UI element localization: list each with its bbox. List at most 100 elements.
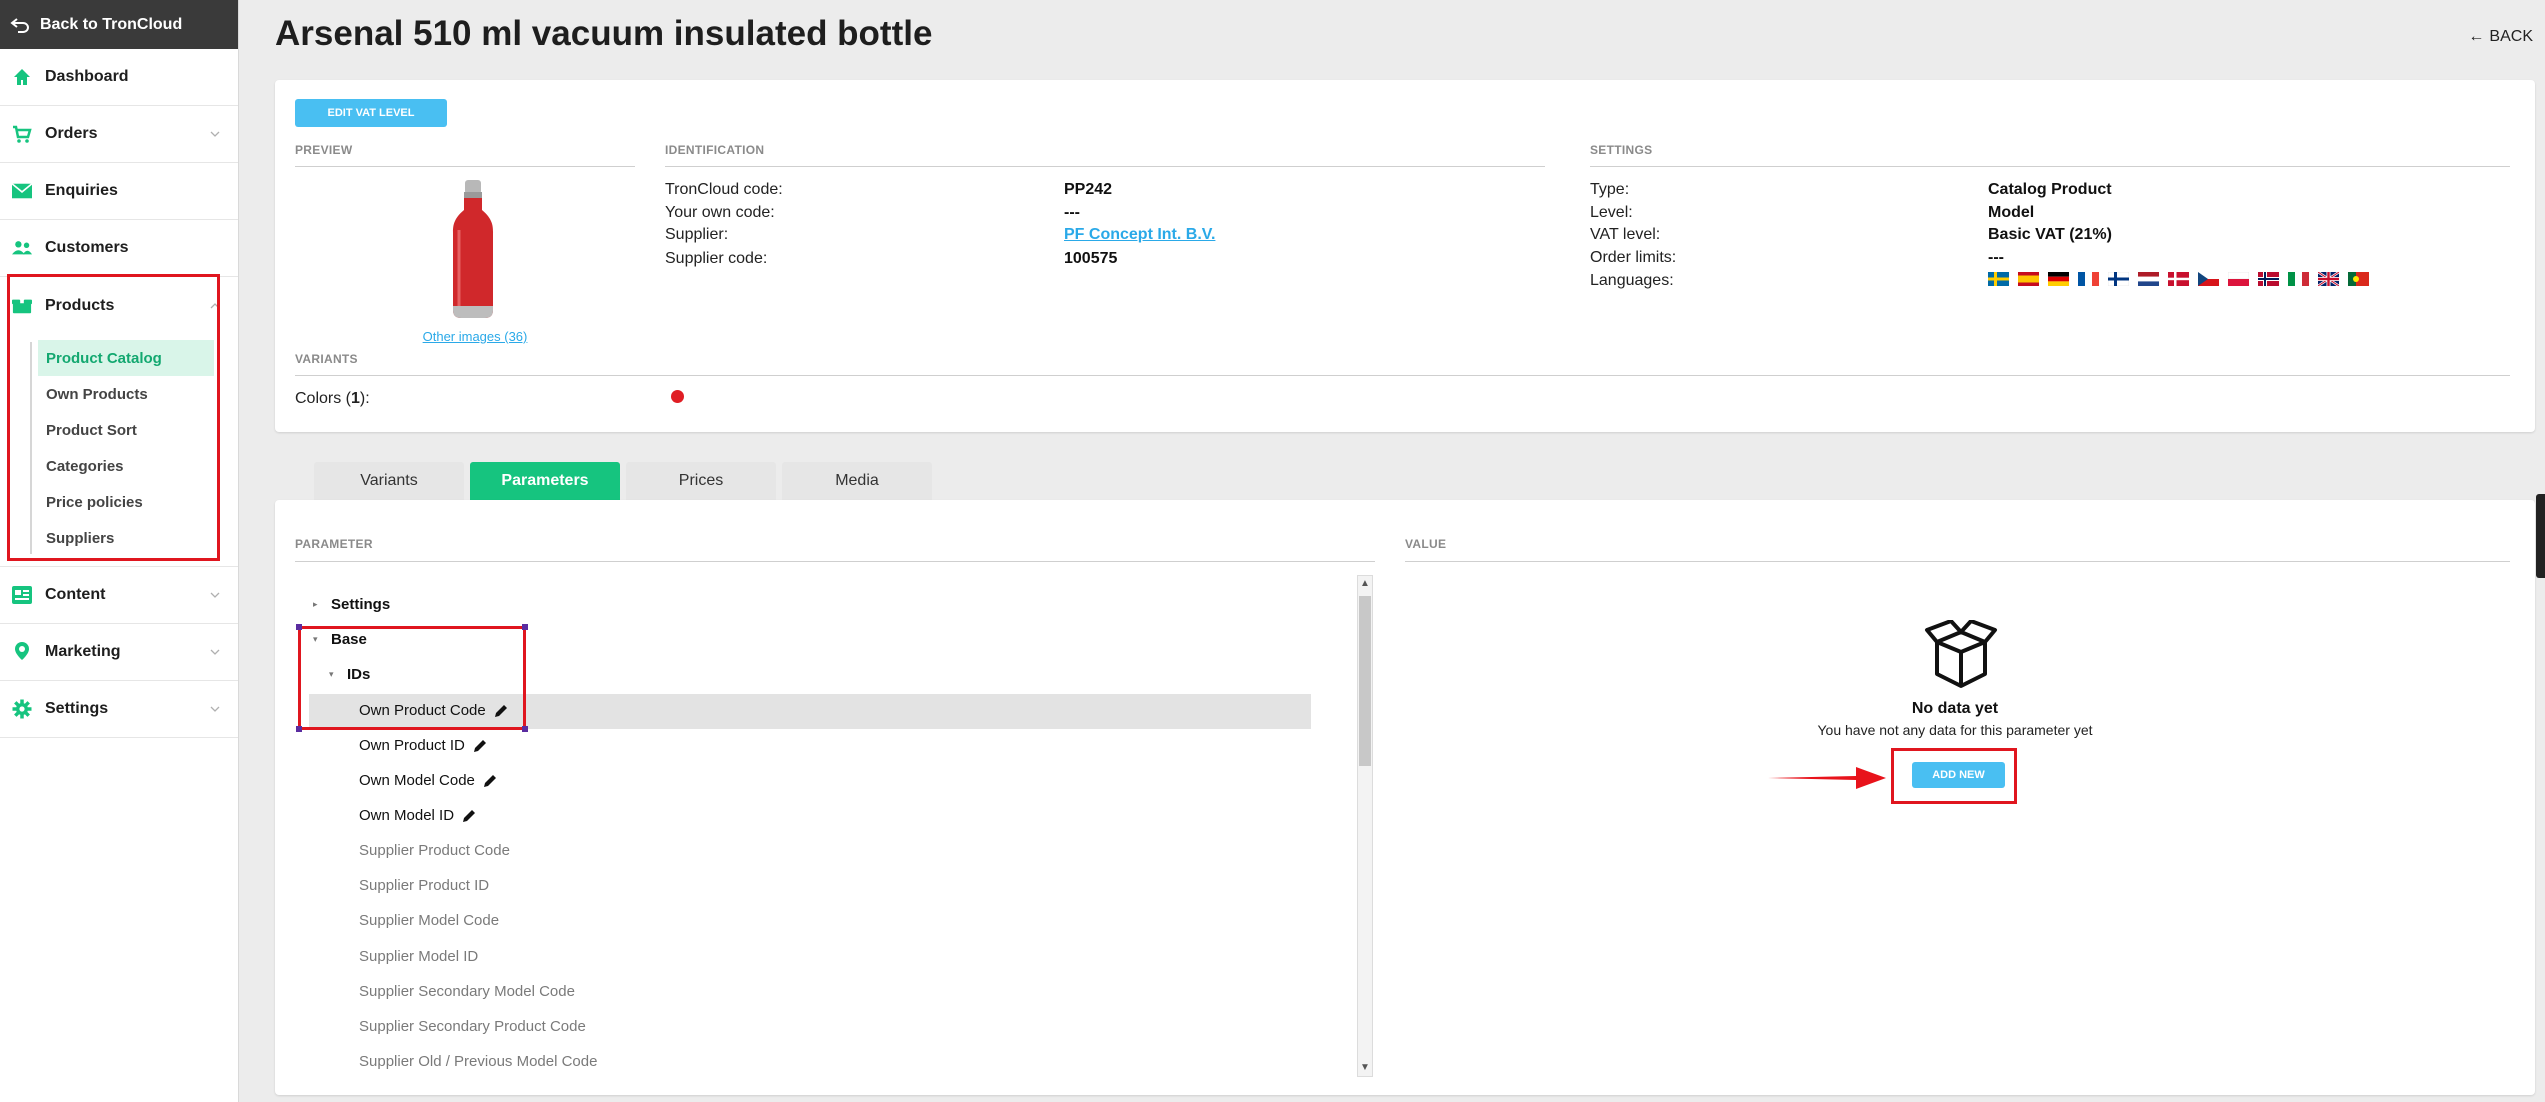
- value-column-header: VALUE: [1405, 537, 1447, 551]
- own-code-value: ---: [1064, 204, 1080, 221]
- vat-level-value: Basic VAT (21%): [1988, 226, 2112, 243]
- pencil-icon[interactable]: [483, 774, 497, 788]
- chevron-down-icon: [210, 706, 220, 712]
- sidebar-item-label: Settings: [45, 700, 109, 717]
- ids-highlight-box: [296, 624, 528, 732]
- tree-node-settings[interactable]: ▸ Settings: [313, 596, 390, 613]
- settings-section-label: SETTINGS: [1590, 143, 1653, 157]
- sidebar-item-label: Dashboard: [45, 68, 129, 85]
- back-to-troncloud-link[interactable]: Back to TronCloud: [0, 0, 238, 49]
- submenu-item-suppliers[interactable]: Suppliers: [34, 520, 238, 556]
- back-link[interactable]: ← BACK: [2468, 28, 2533, 46]
- param-own-model-id[interactable]: Own Model ID: [359, 807, 476, 824]
- colors-label: Colors (1):: [295, 390, 370, 408]
- param-supplier-product-code[interactable]: Supplier Product Code: [359, 842, 510, 859]
- side-feedback-tab[interactable]: [2536, 494, 2545, 578]
- submenu-item-categories[interactable]: Categories: [34, 448, 238, 484]
- flag-no-icon[interactable]: [2258, 272, 2279, 286]
- submenu-item-product-sort[interactable]: Product Sort: [34, 412, 238, 448]
- tron-code-value: PP242: [1064, 181, 1113, 198]
- param-supplier-product-id[interactable]: Supplier Product ID: [359, 877, 489, 894]
- flag-it-icon[interactable]: [2288, 272, 2309, 286]
- submenu-item-product-catalog[interactable]: Product Catalog: [38, 340, 214, 376]
- chevron-up-icon: [210, 302, 220, 308]
- flag-dk-icon[interactable]: [2168, 272, 2189, 286]
- param-label: Own Model Code: [359, 772, 475, 789]
- pencil-icon[interactable]: [462, 809, 476, 823]
- scroll-up-icon[interactable]: ▲: [1360, 578, 1370, 590]
- flag-fi-icon[interactable]: [2108, 272, 2129, 286]
- caret-right-icon: ▸: [313, 599, 318, 609]
- sidebar-item-label: Marketing: [45, 643, 121, 660]
- identification-section-label: IDENTIFICATION: [665, 143, 765, 157]
- gear-icon: [12, 699, 32, 719]
- product-image[interactable]: [450, 180, 496, 320]
- sidebar-item-dashboard[interactable]: Dashboard: [0, 49, 238, 106]
- param-own-model-code[interactable]: Own Model Code: [359, 772, 497, 789]
- divider: [1405, 561, 2510, 562]
- flag-cz-icon[interactable]: [2198, 272, 2219, 286]
- scrollbar-thumb[interactable]: [1359, 596, 1371, 766]
- scroll-down-icon[interactable]: ▼: [1360, 1062, 1370, 1074]
- tree-scrollbar[interactable]: ▲ ▼: [1357, 575, 1373, 1077]
- other-images-link[interactable]: Other images (36): [423, 329, 528, 344]
- order-limits-value: ---: [1988, 249, 2004, 266]
- param-supplier-secondary-product-code[interactable]: Supplier Secondary Product Code: [359, 1018, 586, 1035]
- flag-pl-icon[interactable]: [2228, 272, 2249, 286]
- sidebar-item-settings[interactable]: Settings: [0, 681, 238, 738]
- param-supplier-old-previous-model-code[interactable]: Supplier Old / Previous Model Code: [359, 1053, 597, 1070]
- param-supplier-secondary-model-code[interactable]: Supplier Secondary Model Code: [359, 983, 575, 1000]
- sidebar-item-label: Customers: [45, 239, 129, 256]
- flag-fr-icon[interactable]: [2078, 272, 2099, 286]
- sidebar-item-customers[interactable]: Customers: [0, 220, 238, 277]
- colors-label-suffix: ):: [359, 390, 370, 407]
- flag-se-icon[interactable]: [1988, 272, 2009, 286]
- pencil-icon[interactable]: [473, 739, 487, 753]
- submenu-item-own-products[interactable]: Own Products: [34, 376, 238, 412]
- pin-icon: [12, 642, 32, 662]
- type-label: Type:: [1590, 181, 1630, 198]
- param-supplier-model-code[interactable]: Supplier Model Code: [359, 912, 499, 929]
- sidebar-item-marketing[interactable]: Marketing: [0, 624, 238, 681]
- sidebar-item-content[interactable]: Content: [0, 567, 238, 624]
- flag-de-icon[interactable]: [2048, 272, 2069, 286]
- param-supplier-model-id[interactable]: Supplier Model ID: [359, 948, 478, 965]
- tab-prices[interactable]: Prices: [626, 462, 776, 500]
- box-icon: [12, 296, 32, 316]
- sidebar-item-orders[interactable]: Orders: [0, 106, 238, 163]
- color-swatch-red[interactable]: [671, 390, 684, 403]
- tab-variants[interactable]: Variants: [314, 462, 464, 500]
- sidebar-item-products[interactable]: Products: [0, 277, 238, 334]
- tree-node-label: Settings: [331, 596, 391, 613]
- no-data-message: You have not any data for this parameter…: [1817, 722, 2093, 738]
- flag-es-icon[interactable]: [2018, 272, 2039, 286]
- tab-media[interactable]: Media: [782, 462, 932, 500]
- divider: [295, 561, 1375, 562]
- edit-vat-level-button[interactable]: EDIT VAT LEVEL: [295, 99, 447, 127]
- back-arrow-icon: ←: [2468, 28, 2485, 45]
- param-label: Own Product ID: [359, 737, 465, 754]
- flag-gb-icon[interactable]: [2318, 272, 2339, 286]
- tab-parameters[interactable]: Parameters: [470, 462, 620, 500]
- chevron-down-icon: [210, 592, 220, 598]
- flag-pt-icon[interactable]: [2348, 272, 2369, 286]
- own-code-label: Your own code:: [665, 204, 775, 221]
- param-own-product-id[interactable]: Own Product ID: [359, 737, 487, 754]
- parameters-card: PARAMETER VALUE ▸ Settings ▾ Base ▾ IDs Own…: [275, 500, 2535, 1095]
- divider: [295, 166, 635, 167]
- supplier-code-value: 100575: [1064, 250, 1118, 267]
- flag-nl-icon[interactable]: [2138, 272, 2159, 286]
- preview-section-label: PREVIEW: [295, 143, 353, 157]
- level-label: Level:: [1590, 204, 1633, 221]
- mail-icon: [12, 181, 32, 201]
- level-value: Model: [1988, 204, 2035, 221]
- supplier-link[interactable]: PF Concept Int. B.V.: [1064, 226, 1215, 244]
- supplier-code-label: Supplier code:: [665, 250, 768, 267]
- sidebar-item-enquiries[interactable]: Enquiries: [0, 163, 238, 220]
- variants-section-label: VARIANTS: [295, 352, 358, 366]
- submenu-item-price-policies[interactable]: Price policies: [34, 484, 238, 520]
- language-flags: [1988, 272, 2369, 286]
- resize-handle: [296, 726, 302, 732]
- empty-box-icon: [1925, 620, 1997, 688]
- param-label: Own Model ID: [359, 807, 455, 824]
